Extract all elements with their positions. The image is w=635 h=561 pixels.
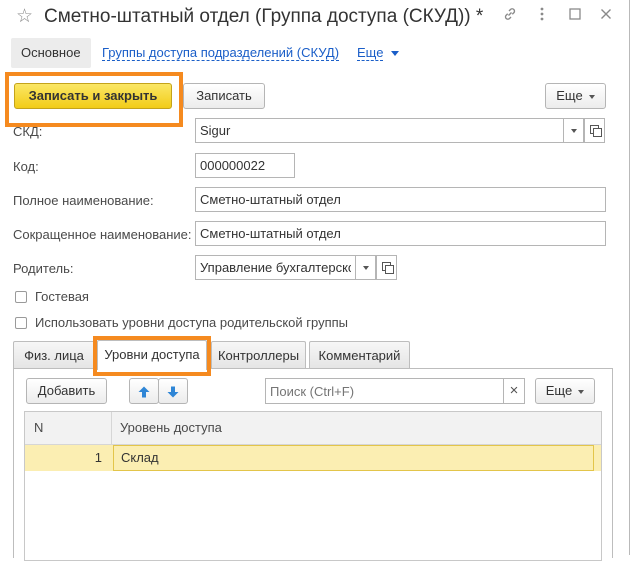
parent-open-button[interactable]	[376, 255, 397, 280]
chevron-down-icon	[578, 389, 585, 394]
short-name-label: Сокращенное наименование:	[13, 227, 192, 242]
skd-open-button[interactable]	[584, 118, 605, 143]
chevron-down-icon	[363, 266, 369, 270]
chevron-down-icon	[588, 94, 595, 99]
tab-controllers[interactable]: Контроллеры	[211, 341, 306, 369]
skd-dropdown-button[interactable]	[563, 118, 584, 143]
parent-dropdown-button[interactable]	[355, 255, 376, 280]
parent-label: Родитель:	[13, 261, 74, 276]
table-cell-access-level[interactable]: Склад	[113, 445, 594, 471]
maximize-icon[interactable]	[565, 6, 585, 26]
more-vertical-icon[interactable]	[532, 6, 552, 26]
chevron-down-icon	[391, 51, 400, 57]
add-button[interactable]: Добавить	[26, 378, 107, 404]
code-field[interactable]	[195, 153, 295, 178]
link-icon[interactable]	[500, 6, 520, 26]
more-actions-label: Еще	[556, 88, 583, 103]
nav-more-link[interactable]: Еще	[357, 38, 400, 69]
move-down-button[interactable]	[158, 378, 188, 404]
clear-search-button[interactable]: ×	[503, 378, 525, 404]
tab-individuals[interactable]: Физ. лица	[13, 341, 95, 369]
close-icon[interactable]	[596, 6, 616, 26]
tab-comment[interactable]: Комментарий	[309, 341, 410, 369]
access-levels-table: N Уровень доступа 1 Склад	[24, 411, 602, 561]
window-title: Сметно-штатный отдел (Группа доступа (СК…	[44, 6, 484, 27]
table-row[interactable]: 1 Склад	[25, 445, 601, 471]
move-up-button[interactable]	[129, 378, 159, 404]
arrow-up-icon	[138, 386, 150, 398]
nav-more-label: Еще	[357, 45, 384, 61]
table-cell-n: 1	[94, 450, 102, 465]
nav-main-tab[interactable]: Основное	[11, 38, 91, 68]
save-and-close-button[interactable]: Записать и закрыть	[14, 83, 172, 109]
use-parent-levels-checkbox[interactable]	[15, 317, 27, 329]
panel-more-label: Еще	[545, 383, 573, 398]
nav-groups-link-label: Группы доступа подразделений (СКУД)	[102, 45, 340, 61]
save-button[interactable]: Записать	[183, 83, 265, 109]
chevron-down-icon	[571, 129, 577, 133]
nav-groups-link[interactable]: Группы доступа подразделений (СКУД)	[102, 38, 340, 69]
tab-access-levels[interactable]: Уровни доступа	[97, 340, 207, 370]
skd-field[interactable]	[195, 118, 564, 143]
star-icon[interactable]: ☆	[16, 6, 33, 28]
column-header-n[interactable]: N	[25, 412, 112, 444]
code-label: Код:	[13, 159, 39, 174]
use-parent-levels-label: Использовать уровни доступа родительской…	[35, 315, 349, 330]
full-name-label: Полное наименование:	[13, 193, 154, 208]
skd-label: СКД:	[13, 124, 43, 139]
search-input[interactable]	[265, 378, 504, 404]
arrow-down-icon	[167, 386, 179, 398]
short-name-field[interactable]	[195, 221, 606, 246]
form-window: ☆ Сметно-штатный отдел (Группа доступа (…	[0, 0, 630, 561]
column-header-access-level[interactable]: Уровень доступа	[112, 412, 601, 444]
more-actions-button[interactable]: Еще	[545, 83, 606, 109]
panel-more-button[interactable]: Еще	[535, 378, 595, 404]
full-name-field[interactable]	[195, 187, 606, 212]
parent-field[interactable]	[195, 255, 356, 280]
guest-checkbox[interactable]	[15, 291, 27, 303]
guest-label: Гостевая	[35, 289, 89, 304]
